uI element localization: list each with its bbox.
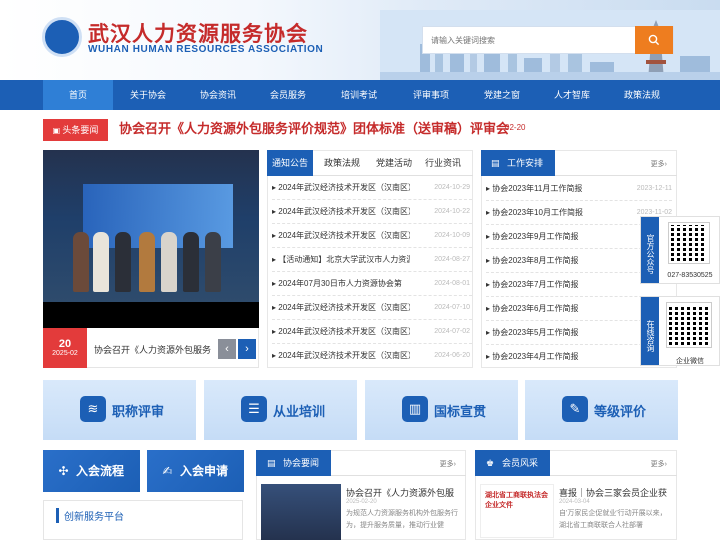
slide-person (115, 232, 131, 292)
slider-date-badge: 20 2025-02 (43, 328, 87, 368)
logo-english-name: WUHAN HUMAN RESOURCES ASSOCIATION (88, 44, 324, 55)
assoc-news-item-desc: 为规范人力资源服务机构外包服务行为，提升服务质量，推动行业健 (346, 510, 458, 529)
service-training[interactable]: ☰ 从业培训 (204, 380, 357, 440)
site-header: 武汉人力资源服务协会 WUHAN HUMAN RESOURCES ASSOCIA… (0, 0, 720, 80)
slide-person (93, 232, 109, 292)
online-consult-card[interactable]: 在线咨询 ➜ 企业微信 (628, 296, 720, 366)
assoc-news-item-title[interactable]: 协会召开《人力资源外包服 (346, 486, 462, 499)
service-level-evaluation[interactable]: ✎ 等级评价 (525, 380, 678, 440)
phone-number: 027-83530525 (667, 272, 713, 279)
work-more-link[interactable]: 更多› (651, 159, 667, 169)
member-thumb-text: 湖北省工商联执法会企业文件 (485, 492, 548, 509)
online-consult-label: 在线咨询 ➜ (628, 297, 659, 365)
slider-prev-button[interactable]: ‹ (218, 339, 236, 359)
assoc-news-item-date: 2025-02-20 (346, 499, 377, 505)
innovation-title[interactable]: 创新服务平台 (56, 508, 124, 523)
news-thumbnail[interactable] (261, 484, 341, 540)
list-item[interactable]: ▸ 2024年武汉经济技术开发区（汉南区） 2024-07-10 (272, 296, 472, 320)
tab-party-activity[interactable]: 党建活动 (371, 150, 417, 176)
search-icon (648, 34, 660, 46)
nav-review[interactable]: 评审事项 (395, 80, 467, 110)
tab-notices[interactable]: 通知公告 (267, 150, 313, 176)
headline-bar: ▣ 头条要闻 协会召开《人力资源外包服务评价规范》团体标准（送审稿）评审会 02… (43, 119, 677, 141)
enterprise-wechat-label: 企业微信 (676, 358, 704, 365)
nav-policy[interactable]: 政策法规 (607, 80, 677, 110)
headline-title[interactable]: 协会召开《人力资源外包服务评价规范》团体标准（送审稿）评审会 (119, 119, 509, 139)
assoc-news-header: ▤ 协会要闻 更多› (256, 450, 466, 476)
main-nav: 首页 关于协会 协会资讯 会员服务 培训考试 评审事项 党建之窗 人才智库 政策… (0, 80, 720, 110)
nav-party[interactable]: 党建之窗 (467, 80, 537, 110)
member-header: ♚ 会员风采 更多› (475, 450, 677, 476)
application-icon: ✍ (162, 463, 173, 478)
slide-person (205, 232, 221, 292)
list-item[interactable]: ▸ 2024年07月30日市人力资源协会第 2024-08-01 (272, 272, 472, 296)
arrow-circle-icon: ➜ (628, 334, 637, 342)
list-item[interactable]: ▸ 2024年武汉经济技术开发区（汉南区） 2024-07-02 (272, 320, 472, 344)
work-header: ▤ 工作安排 更多› (481, 150, 677, 176)
news-icon: ▤ (267, 458, 276, 468)
calendar-icon: ▤ (491, 158, 500, 168)
join-process-button[interactable]: ✣ 入会流程 (43, 450, 140, 492)
slider-caption[interactable]: 协会召开《人力资源外包服务 (94, 343, 212, 356)
work-title[interactable]: ▤ 工作安排 (481, 150, 555, 176)
qr-code-icon (666, 302, 712, 348)
search-input[interactable] (423, 27, 633, 53)
association-logo-icon[interactable] (42, 17, 82, 57)
layers-icon: ≋ (80, 396, 106, 422)
qr-code-icon (668, 222, 710, 264)
slider-dark-strip (43, 302, 259, 328)
list-item[interactable]: ▸ 2024年武汉经济技术开发区（汉南区） 2024-06-20 (272, 344, 472, 368)
search-box (422, 26, 674, 54)
assoc-news-more-link[interactable]: 更多› (440, 459, 456, 469)
slide-person (183, 232, 199, 292)
innovation-platform: 创新服务平台 (43, 500, 243, 540)
book-icon: ▥ (402, 396, 428, 422)
headline-icon: ▣ (52, 126, 63, 135)
news-slider-image[interactable] (43, 150, 259, 302)
list-item[interactable]: ▸ 【活动通知】北京大学武汉市人力资源 2024-08-27 (272, 248, 472, 272)
wechat-official-card[interactable]: 官方公众号 027-83530525 (640, 216, 720, 284)
nav-think-tank[interactable]: 人才智库 (537, 80, 607, 110)
member-more-link[interactable]: 更多› (651, 459, 667, 469)
list-item[interactable]: ▸ 2024年武汉经济技术开发区（汉南区） 2024-10-22 (272, 200, 472, 224)
service-title-review[interactable]: ≋ 职称评审 (43, 380, 196, 440)
member-title[interactable]: ♚ 会员风采 (475, 450, 550, 476)
slide-person (161, 232, 177, 292)
chevron-right-icon: › (245, 343, 249, 355)
wechat-official-label: 官方公众号 (641, 217, 659, 283)
tab-policy[interactable]: 政策法规 (319, 150, 365, 176)
slide-person (73, 232, 89, 292)
slide-person (139, 232, 155, 292)
process-icon: ✣ (58, 463, 69, 478)
list-item[interactable]: ▸ 2024年武汉经济技术开发区（汉南区） 2024-10-09 (272, 224, 472, 248)
headline-badge: ▣ 头条要闻 (43, 119, 108, 141)
service-standard-promotion[interactable]: ▥ 国标宣贯 (365, 380, 518, 440)
slider-next-button[interactable]: › (238, 339, 256, 359)
member-thumbnail[interactable]: 湖北省工商联执法会企业文件 (480, 484, 554, 538)
join-apply-button[interactable]: ✍ 入会申请 (147, 450, 244, 492)
nav-about[interactable]: 关于协会 (113, 80, 183, 110)
notice-tabs: 通知公告 政策法规 党建活动 行业资讯 (267, 150, 473, 176)
nav-training[interactable]: 培训考试 (323, 80, 395, 110)
member-item-title[interactable]: 喜报｜协会三家会员企业获 (559, 486, 673, 499)
people-icon: ♚ (486, 458, 495, 468)
headline-date: 02-20 (505, 123, 526, 132)
nav-news[interactable]: 协会资讯 (183, 80, 253, 110)
member-item-desc: 自'万家民企促就业'行动开展以来，湖北省工商联联合人社部署 (559, 510, 667, 529)
document-icon: ☰ (241, 396, 267, 422)
list-item[interactable]: ▸ 2024年武汉经济技术开发区（汉南区） 2024-10-29 (272, 176, 472, 200)
tab-industry-news[interactable]: 行业资讯 (421, 150, 465, 176)
search-button[interactable] (635, 26, 673, 54)
list-item[interactable]: ▸ 协会2023年11月工作简报 2023-12-11 (486, 177, 672, 201)
chevron-left-icon: ‹ (225, 343, 229, 355)
assoc-news-title[interactable]: ▤ 协会要闻 (256, 450, 331, 476)
member-item-date: 2024-03-04 (559, 499, 590, 505)
edit-icon: ✎ (562, 396, 588, 422)
nav-home[interactable]: 首页 (43, 80, 113, 110)
nav-member-service[interactable]: 会员服务 (253, 80, 323, 110)
